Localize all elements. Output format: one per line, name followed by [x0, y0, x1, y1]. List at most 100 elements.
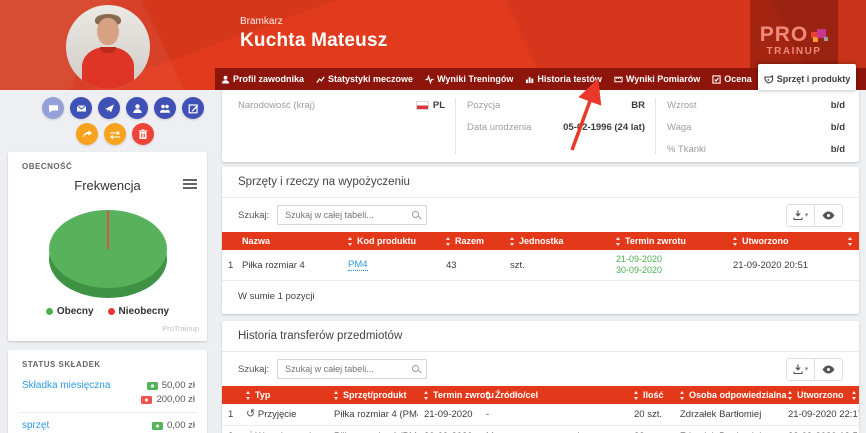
sort-icon: [680, 391, 685, 400]
equipment-card: Sprzęty i rzeczy na wypożyczeniu Szukaj:…: [222, 167, 859, 314]
col-termin-zwrotu[interactable]: Termin zwrotu: [418, 386, 480, 404]
tab-training-results[interactable]: Wyniki Treningów: [419, 68, 519, 90]
equipment-table-header: Nazwa Kod produktu Razem Jednostka Termi…: [222, 232, 859, 250]
col-ilosc[interactable]: Ilość: [628, 386, 674, 404]
activity-icon: [425, 75, 434, 84]
logo-text-trainup: TRAINUP: [767, 46, 822, 57]
edit-button[interactable]: [182, 97, 204, 119]
payments-card: STATUS SKŁADEK Składka miesięczna 50,00 …: [8, 350, 207, 433]
download-icon: [793, 364, 803, 375]
payment-link[interactable]: Składka miesięczna: [22, 380, 110, 405]
legend-dot-red: [108, 308, 115, 315]
col-osoba[interactable]: Osoba odpowiedzialna: [674, 386, 782, 404]
field-position: Pozycja BR: [467, 100, 645, 114]
field-height: Wzrost b/d: [667, 100, 845, 114]
table-row[interactable]: 1 ↺ Przyjęcie Piłka rozmiar 4 (PM4) 21-0…: [222, 404, 859, 426]
player-avatar: [66, 5, 150, 89]
player-name: Kuchta Mateusz: [240, 30, 387, 52]
user-icon: [221, 75, 230, 84]
tab-test-history[interactable]: Historia testów: [519, 68, 608, 90]
transfer-icon: [109, 129, 121, 140]
divider: [18, 412, 197, 413]
tab-measurements[interactable]: Wyniki Pomiarów: [608, 68, 706, 90]
pie-slice-absent[interactable]: [107, 211, 109, 249]
users-button[interactable]: [154, 97, 176, 119]
check-square-icon: [712, 75, 721, 84]
sort-icon: [634, 391, 639, 400]
sort-icon: [733, 237, 738, 246]
transfers-card: Historia transferów przedmiotów Szukaj: …: [222, 321, 859, 433]
payment-row: sprzęt 0,00 zł 100,00 zł: [22, 420, 195, 433]
player-role: Bramkarz: [240, 16, 387, 27]
legend-item-absent[interactable]: Nieobecny: [108, 306, 170, 317]
divider: [655, 98, 656, 154]
player-info-card: Narodowość (kraj) PL Pozycja BR Data uro…: [222, 90, 859, 162]
logo-squares-icon: [811, 26, 828, 43]
col-termin-zwrotu[interactable]: Termin zwrotu: [610, 232, 727, 250]
sort-icon: [852, 391, 857, 400]
player-header: Bramkarz Kuchta Mateusz: [240, 16, 387, 52]
divider: [455, 98, 456, 154]
sort-icon: [424, 391, 429, 400]
share-button[interactable]: [76, 123, 98, 145]
tab-profile[interactable]: Profil zawodnika: [215, 68, 310, 90]
eye-icon: [822, 211, 835, 220]
paid-money-icon: [152, 422, 163, 430]
send-button[interactable]: [98, 97, 120, 119]
col-kod-produktu[interactable]: Kod produktu: [342, 232, 440, 250]
table-summary: W sumie 1 pozycji: [222, 281, 859, 312]
chart-menu-icon[interactable]: [183, 179, 197, 190]
field-weight: Waga b/d: [667, 122, 845, 136]
sort-icon: [788, 391, 793, 400]
comment-button[interactable]: [42, 97, 64, 119]
sort-icon: [246, 391, 251, 400]
visibility-button[interactable]: [814, 359, 842, 380]
col-nazwa[interactable]: Nazwa: [236, 232, 342, 250]
chart-legend: Obecny Nieobecny: [8, 306, 207, 317]
export-button[interactable]: ▾: [787, 205, 814, 226]
chevron-down-icon: ▾: [805, 211, 809, 219]
profile-button[interactable]: [126, 97, 148, 119]
table-row[interactable]: 1 Piłka rozmiar 4 PM4 43 szt. 21-09-2020…: [222, 250, 859, 281]
hand-icon: ☝: [246, 429, 253, 433]
sort-icon: [616, 237, 621, 246]
chevron-down-icon: ▾: [805, 365, 809, 373]
col-razem[interactable]: Razem: [440, 232, 504, 250]
search-input[interactable]: [277, 205, 427, 225]
col-utworzono[interactable]: Utworzono: [782, 386, 863, 404]
tab-equipment[interactable]: Sprzęt i produkty: [758, 64, 857, 90]
download-icon: [793, 210, 803, 221]
search-icon: [412, 365, 421, 374]
col-jednostka[interactable]: Jednostka: [504, 232, 610, 250]
table-row[interactable]: 2 ☝ Wypożyczenie Piłka rozmiar 4 (PM4) 3…: [222, 426, 859, 433]
eye-icon: [822, 365, 835, 374]
col-zrodlo-cel[interactable]: Źródło/cel: [480, 386, 628, 404]
bar-chart-icon: [525, 75, 534, 84]
field-birthdate: Data urodzenia 05-02-1996 (24 lat): [467, 122, 645, 136]
sort-icon: [446, 237, 451, 246]
cell-name: Piłka rozmiar 4: [236, 256, 342, 275]
col-typ[interactable]: Typ: [240, 386, 328, 404]
tab-rating[interactable]: Ocena: [706, 68, 758, 90]
equipment-toolbar: Szukaj: ▾: [222, 198, 859, 232]
export-button[interactable]: ▾: [787, 359, 814, 380]
search-label: Szukaj:: [238, 210, 269, 221]
visibility-button[interactable]: [814, 205, 842, 226]
col-sprzet-produkt[interactable]: Sprzęt/produkt: [328, 386, 418, 404]
tab-match-stats[interactable]: Statystyki meczowe: [310, 68, 419, 90]
table-actions: ▾: [786, 358, 843, 381]
sort-icon: [510, 237, 515, 246]
col-utworzono[interactable]: Utworzono: [727, 232, 859, 250]
payment-link[interactable]: sprzęt: [22, 420, 49, 433]
search-input[interactable]: [277, 359, 427, 379]
mail-button[interactable]: [70, 97, 92, 119]
product-code-link[interactable]: PM4: [348, 259, 368, 271]
line-chart-icon: [316, 75, 325, 84]
paid-money-icon: [147, 382, 158, 390]
search-icon: [412, 211, 421, 220]
transfer-button[interactable]: [104, 123, 126, 145]
legend-item-present[interactable]: Obecny: [46, 306, 94, 317]
whistle-icon: [764, 74, 774, 84]
delete-button[interactable]: [132, 123, 154, 145]
field-nationality: Narodowość (kraj) PL: [238, 100, 445, 114]
